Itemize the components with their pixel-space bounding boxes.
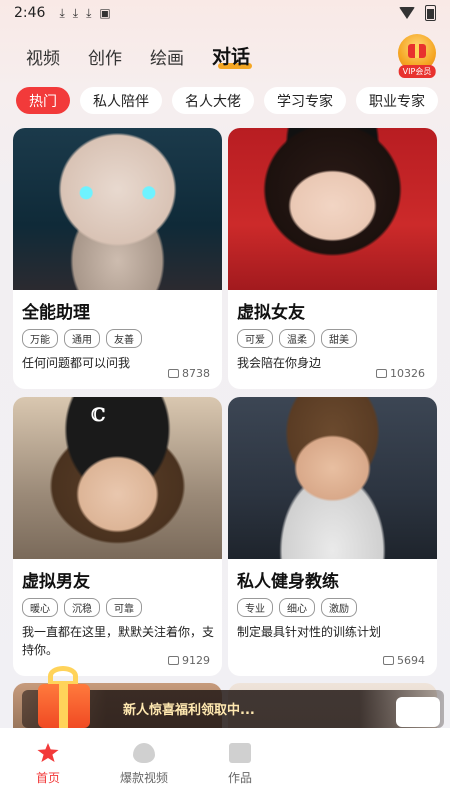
status-bar: 2:46 ⤓ ⤓ ⤓ ▣ (0, 0, 450, 26)
card-description: 制定最具针对性的训练计划 (237, 625, 382, 639)
category-chips: 热门 私人陪伴 名人大佬 学习专家 职业专家 (16, 87, 438, 114)
tag: 专业 (237, 598, 273, 617)
tag: 可爱 (237, 329, 273, 348)
card-title: 虚拟男友 (22, 572, 90, 592)
chat-bubble-icon (168, 369, 179, 378)
tab-video[interactable]: 视频 (26, 44, 60, 69)
tag: 激励 (321, 598, 357, 617)
chip-private-companion[interactable]: 私人陪伴 (80, 87, 162, 114)
bottom-navigation: 首页 爆款视频 作品 (0, 728, 450, 800)
works-icon (229, 743, 251, 763)
chip-hot[interactable]: 热门 (16, 87, 70, 114)
tab-create[interactable]: 创作 (88, 44, 122, 69)
card-title: 全能助理 (22, 303, 90, 323)
chat-count-value: 5694 (397, 654, 425, 667)
character-card-assistant[interactable]: 全能助理 万能 通用 友善 任何问题都可以问我 8738 (13, 128, 222, 389)
tag: 可靠 (106, 598, 142, 617)
tag: 甜美 (321, 329, 357, 348)
nav-home[interactable]: 首页 (0, 728, 96, 800)
notification-icons: ⤓ ⤓ ⤓ ▣ (59, 6, 110, 21)
cap-logo-icon: ℂ (91, 405, 106, 426)
chat-bubble-icon (383, 656, 394, 665)
chat-bubble-icon (376, 369, 387, 378)
fire-icon (133, 743, 155, 763)
card-title: 私人健身教练 (237, 572, 339, 592)
boy-avatar-image: ℂ (13, 397, 222, 559)
character-card-virtual-boyfriend[interactable]: ℂ 虚拟男友 暖心 沉稳 可靠 我一直都在这里，默默关注着你，支持你。 9129 (13, 397, 222, 676)
download-icon: ⤓ (72, 5, 79, 20)
vip-button[interactable]: VIP会员 (398, 34, 436, 78)
tag: 万能 (22, 329, 58, 348)
tag: 沉稳 (64, 598, 100, 617)
vip-label: VIP会员 (398, 65, 436, 78)
promo-dismiss-area[interactable] (396, 697, 440, 727)
nav-label: 作品 (227, 771, 252, 785)
card-title: 虚拟女友 (237, 303, 305, 323)
nav-hot-videos[interactable]: 爆款视频 (96, 728, 192, 800)
character-card-fitness-coach[interactable]: 私人健身教练 专业 细心 激励 制定最具针对性的训练计划 5694 (228, 397, 437, 676)
wifi-icon (399, 7, 415, 19)
app-notification-icon: ▣ (99, 6, 111, 20)
tag: 友善 (106, 329, 142, 348)
tag: 通用 (64, 329, 100, 348)
chat-count-value: 9129 (182, 654, 210, 667)
chip-career-experts[interactable]: 职业专家 (356, 87, 438, 114)
nav-works[interactable]: 作品 (192, 728, 288, 800)
tag: 温柔 (279, 329, 315, 348)
nav-label: 爆款视频 (119, 771, 168, 785)
gift-icon (408, 44, 426, 58)
chip-celebrities[interactable]: 名人大佬 (172, 87, 254, 114)
tab-chat[interactable]: 对话 (212, 42, 253, 69)
robot-avatar-image (13, 128, 222, 290)
chat-count: 10326 (376, 367, 425, 380)
gift-box-icon[interactable] (24, 660, 90, 730)
download-icon: ⤓ (86, 5, 92, 20)
chat-count-value: 10326 (390, 367, 425, 380)
chat-count: 5694 (383, 654, 425, 667)
nav-label: 首页 (35, 771, 60, 785)
battery-icon (425, 5, 436, 21)
coach-avatar-image (228, 397, 437, 559)
tag: 暖心 (22, 598, 58, 617)
chat-count: 9129 (168, 654, 210, 667)
home-icon (37, 743, 59, 762)
promo-text: 新人惊喜福利领取中... (123, 703, 255, 718)
chip-study-experts[interactable]: 学习专家 (264, 87, 346, 114)
character-card-virtual-girlfriend[interactable]: 虚拟女友 可爱 温柔 甜美 我会陪在你身边 10326 (228, 128, 437, 389)
girl-avatar-image (228, 128, 437, 290)
tag: 细心 (279, 598, 315, 617)
chat-count: 8738 (168, 367, 210, 380)
status-time: 2:46 (14, 5, 46, 21)
tab-paint[interactable]: 绘画 (150, 44, 184, 69)
chat-bubble-icon (168, 656, 179, 665)
top-tabs: 视频 创作 绘画 对话 (26, 42, 253, 69)
chat-count-value: 8738 (182, 367, 210, 380)
download-icon: ⤓ (59, 5, 65, 20)
